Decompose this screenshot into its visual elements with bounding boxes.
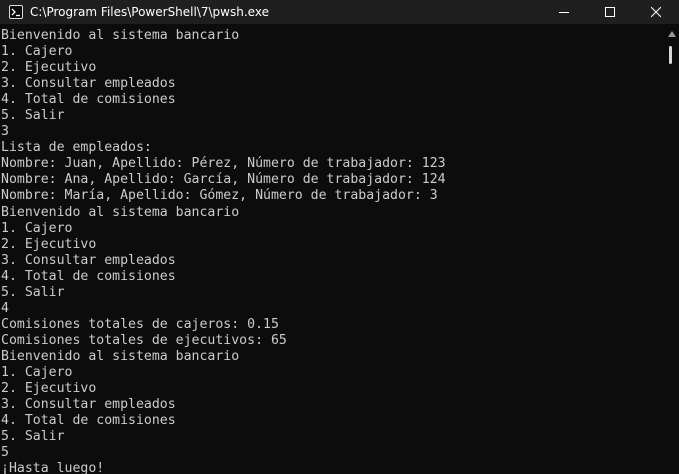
terminal-output[interactable]: Bienvenido al sistema bancario 1. Cajero 2…: [1, 28, 663, 474]
terminal-line: 1. Cajero: [1, 364, 73, 380]
scroll-up-arrow[interactable]: [665, 28, 679, 40]
minimize-icon: [559, 12, 569, 13]
terminal-line: Bienvenido al sistema bancario: [1, 28, 240, 43]
terminal-line: 5. Salir: [1, 108, 65, 124]
terminal-window: C:\Program Files\PowerShell\7\pwsh.exe B…: [0, 0, 679, 474]
close-button[interactable]: [633, 0, 679, 24]
terminal-line: Comisiones totales de cajeros: 0.15: [1, 316, 279, 332]
terminal-line: Comisiones totales de ejecutivos: 65: [1, 332, 287, 348]
terminal-line: 2. Ejecutivo: [1, 60, 97, 76]
terminal-line: 1. Cajero: [1, 220, 73, 236]
terminal-line: Nombre: Ana, Apellido: García, Número de…: [1, 172, 446, 188]
terminal-line: 1. Cajero: [1, 44, 73, 60]
scrollbar-thumb[interactable]: [669, 46, 672, 64]
terminal-line: 5. Salir: [1, 429, 65, 445]
minimize-button[interactable]: [541, 0, 587, 24]
powershell-icon: [8, 4, 24, 20]
terminal-line: 4. Total de comisiones: [1, 92, 176, 108]
terminal-line: Nombre: Juan, Apellido: Pérez, Número de…: [1, 156, 446, 172]
terminal-line: Bienvenido al sistema bancario: [1, 204, 240, 220]
terminal-line: Lista de empleados:: [1, 140, 152, 156]
title-bar[interactable]: C:\Program Files\PowerShell\7\pwsh.exe: [0, 0, 679, 24]
terminal-line: 3. Consultar empleados: [1, 397, 176, 413]
window-controls: [541, 0, 679, 24]
terminal-line: Nombre: María, Apellido: Gómez, Número d…: [1, 188, 438, 204]
terminal-line: 4. Total de comisiones: [1, 268, 176, 284]
terminal-line: ¡Hasta luego!: [1, 461, 105, 474]
terminal-line: 3: [1, 124, 9, 140]
terminal-line: 5: [1, 445, 9, 461]
window-title: C:\Program Files\PowerShell\7\pwsh.exe: [30, 5, 269, 19]
terminal-line: 3. Consultar empleados: [1, 252, 176, 268]
vertical-scrollbar[interactable]: [665, 28, 679, 474]
caret-up-icon: [668, 31, 676, 37]
terminal-line: Bienvenido al sistema bancario: [1, 348, 240, 364]
terminal-line: 2. Ejecutivo: [1, 381, 97, 397]
maximize-button[interactable]: [587, 0, 633, 24]
terminal-line: 4: [1, 300, 9, 316]
maximize-icon: [605, 7, 615, 17]
terminal-line: 2. Ejecutivo: [1, 236, 97, 252]
terminal-line: 4. Total de comisiones: [1, 413, 176, 429]
terminal-line: 3. Consultar empleados: [1, 76, 176, 92]
terminal-line: 5. Salir: [1, 284, 65, 300]
close-icon: [651, 7, 661, 17]
